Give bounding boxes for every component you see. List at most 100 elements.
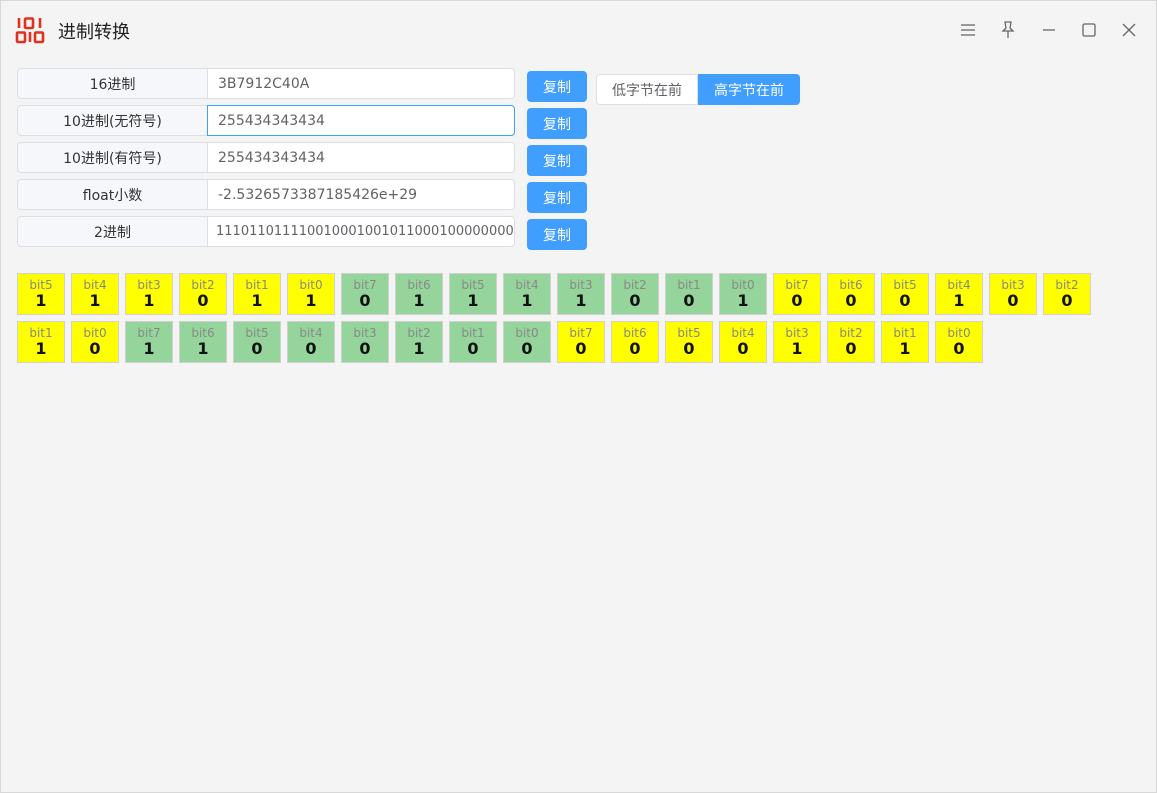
- bit-cell[interactable]: bit7 0: [773, 273, 821, 315]
- copy-decimal-unsigned-button[interactable]: 复制: [527, 108, 587, 139]
- bit-value: 0: [251, 339, 263, 358]
- bit-value: 1: [143, 339, 155, 358]
- bit-cell[interactable]: bit2 0: [1043, 273, 1091, 315]
- bit-value: 0: [737, 339, 749, 358]
- bit-name: bit1: [29, 326, 53, 340]
- bit-cell[interactable]: bit5 0: [881, 273, 929, 315]
- bit-name: bit2: [623, 278, 647, 292]
- window-title: 进制转换: [58, 22, 130, 43]
- bit-value: 1: [791, 339, 803, 358]
- bit-cell[interactable]: bit5 0: [233, 321, 281, 363]
- hex-input[interactable]: [207, 68, 515, 99]
- bit-name: bit5: [461, 278, 485, 292]
- bit-name: bit0: [515, 326, 539, 340]
- bit-cell[interactable]: bit4 1: [503, 273, 551, 315]
- decimal-signed-label: 10进制(有符号): [17, 142, 207, 173]
- binary-input[interactable]: [207, 216, 515, 247]
- bit-cell[interactable]: bit1 0: [449, 321, 497, 363]
- bit-name: bit6: [623, 326, 647, 340]
- bit-cell[interactable]: bit1 1: [17, 321, 65, 363]
- bit-value: 1: [143, 291, 155, 310]
- bit-cell[interactable]: bit4 0: [287, 321, 335, 363]
- little-endian-option[interactable]: 低字节在前: [596, 74, 698, 105]
- bit-cell[interactable]: bit0 1: [719, 273, 767, 315]
- bit-cell[interactable]: bit2 0: [827, 321, 875, 363]
- float-row: float小数: [17, 179, 517, 210]
- bit-value: 0: [467, 339, 479, 358]
- bit-value: 0: [899, 291, 911, 310]
- bit-cell[interactable]: bit4 1: [935, 273, 983, 315]
- bit-cell[interactable]: bit7 0: [557, 321, 605, 363]
- bit-name: bit0: [731, 278, 755, 292]
- pin-icon[interactable]: [998, 20, 1018, 40]
- bit-value: 0: [683, 339, 695, 358]
- bit-cell[interactable]: bit0 0: [503, 321, 551, 363]
- menu-icon[interactable]: [958, 20, 978, 40]
- bit-name: bit0: [947, 326, 971, 340]
- bit-value: 1: [89, 291, 101, 310]
- bit-value: 1: [305, 291, 317, 310]
- bit-value: 1: [35, 291, 47, 310]
- maximize-icon[interactable]: [1079, 20, 1099, 40]
- bit-cell[interactable]: bit2 0: [611, 273, 659, 315]
- bit-name: bit2: [839, 326, 863, 340]
- copy-hex-button[interactable]: 复制: [527, 71, 587, 102]
- bit-cell[interactable]: bit0 0: [935, 321, 983, 363]
- bit-cell[interactable]: bit1 0: [665, 273, 713, 315]
- bit-cell[interactable]: bit3 1: [125, 273, 173, 315]
- decimal-signed-input[interactable]: [207, 142, 515, 173]
- copy-float-button[interactable]: 复制: [527, 182, 587, 213]
- close-icon[interactable]: [1119, 20, 1139, 40]
- float-input[interactable]: [207, 179, 515, 210]
- bit-value: 0: [953, 339, 965, 358]
- bit-cell[interactable]: bit0 0: [71, 321, 119, 363]
- bit-cell[interactable]: bit6 1: [395, 273, 443, 315]
- copy-binary-button[interactable]: 复制: [527, 219, 587, 250]
- bit-name: bit6: [407, 278, 431, 292]
- bit-cell[interactable]: bit1 1: [881, 321, 929, 363]
- bit-cell[interactable]: bit3 1: [557, 273, 605, 315]
- bit-cell[interactable]: bit6 0: [827, 273, 875, 315]
- bit-cell[interactable]: bit3 1: [773, 321, 821, 363]
- bit-value: 0: [629, 339, 641, 358]
- bit-value: 1: [251, 291, 263, 310]
- hex-row: 16进制: [17, 68, 517, 99]
- bit-name: bit4: [515, 278, 539, 292]
- bit-cell[interactable]: bit6 0: [611, 321, 659, 363]
- bit-cell[interactable]: bit4 0: [719, 321, 767, 363]
- bit-value: 0: [197, 291, 209, 310]
- big-endian-option[interactable]: 高字节在前: [698, 74, 800, 105]
- bit-cell[interactable]: bit2 1: [395, 321, 443, 363]
- byte-order-toggle: 低字节在前 高字节在前: [596, 74, 800, 105]
- decimal-unsigned-row: 10进制(无符号): [17, 105, 517, 136]
- bit-value: 0: [791, 291, 803, 310]
- bit-name: bit2: [407, 326, 431, 340]
- bit-name: bit0: [83, 326, 107, 340]
- bit-cell[interactable]: bit2 0: [179, 273, 227, 315]
- bit-value: 1: [737, 291, 749, 310]
- hex-label: 16进制: [17, 68, 207, 99]
- bit-cell[interactable]: bit6 1: [179, 321, 227, 363]
- bit-value: 0: [683, 291, 695, 310]
- app-logo-icon: [15, 17, 45, 44]
- bit-cell[interactable]: bit5 0: [665, 321, 713, 363]
- title-bar[interactable]: 进制转换: [1, 1, 1156, 59]
- bit-cell[interactable]: bit7 0: [341, 273, 389, 315]
- bit-cell[interactable]: bit5 1: [449, 273, 497, 315]
- bit-cell[interactable]: bit7 1: [125, 321, 173, 363]
- bit-name: bit7: [353, 278, 377, 292]
- bit-cell[interactable]: bit1 1: [233, 273, 281, 315]
- bit-cell[interactable]: bit0 1: [287, 273, 335, 315]
- bit-cell[interactable]: bit4 1: [71, 273, 119, 315]
- bit-cell[interactable]: bit3 0: [341, 321, 389, 363]
- decimal-unsigned-input[interactable]: [207, 105, 515, 136]
- copy-decimal-signed-button[interactable]: 复制: [527, 145, 587, 176]
- minimize-icon[interactable]: [1039, 20, 1059, 40]
- bit-value: 0: [845, 291, 857, 310]
- bit-value: 1: [197, 339, 209, 358]
- bit-value: 0: [629, 291, 641, 310]
- bit-name: bit2: [1055, 278, 1079, 292]
- bit-value: 0: [1061, 291, 1073, 310]
- bit-cell[interactable]: bit5 1: [17, 273, 65, 315]
- bit-cell[interactable]: bit3 0: [989, 273, 1037, 315]
